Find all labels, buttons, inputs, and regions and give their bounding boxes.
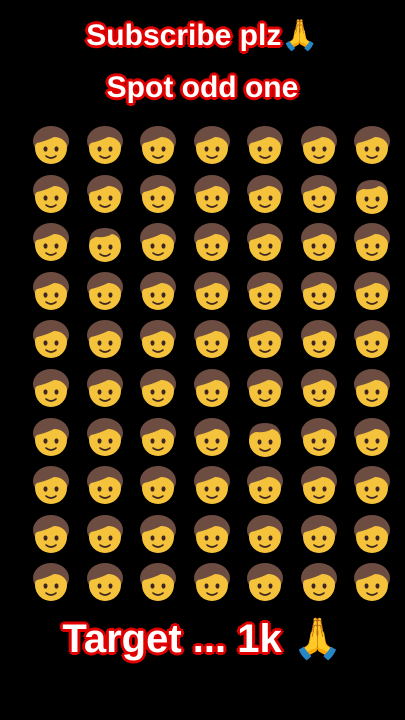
person-icon[interactable]	[294, 511, 344, 559]
subscribe-heading: Subscribe plz🙏	[0, 16, 405, 56]
person-icon[interactable]	[133, 365, 183, 413]
person-icon[interactable]	[80, 122, 130, 170]
person-icon[interactable]	[80, 268, 130, 316]
person-icon[interactable]	[187, 414, 237, 462]
person-icon[interactable]	[294, 316, 344, 364]
puzzle-screen: Subscribe plz🙏 Spot odd one Target ... 1…	[0, 0, 405, 720]
person-icon[interactable]	[133, 316, 183, 364]
person-icon[interactable]	[26, 414, 76, 462]
person-icon[interactable]	[80, 316, 130, 364]
person-icon[interactable]	[133, 122, 183, 170]
person-icon[interactable]	[133, 462, 183, 510]
person-icon[interactable]	[26, 365, 76, 413]
person-icon[interactable]	[187, 462, 237, 510]
boy-icon[interactable]	[80, 219, 130, 267]
person-icon[interactable]	[133, 171, 183, 219]
person-icon[interactable]	[26, 316, 76, 364]
person-icon[interactable]	[80, 462, 130, 510]
person-icon[interactable]	[347, 219, 397, 267]
person-icon[interactable]	[294, 122, 344, 170]
person-icon[interactable]	[80, 414, 130, 462]
person-icon[interactable]	[347, 414, 397, 462]
person-icon[interactable]	[80, 365, 130, 413]
person-icon[interactable]	[187, 122, 237, 170]
person-icon[interactable]	[347, 511, 397, 559]
person-icon[interactable]	[240, 462, 290, 510]
person-icon[interactable]	[347, 122, 397, 170]
person-icon[interactable]	[347, 559, 397, 607]
person-icon[interactable]	[240, 268, 290, 316]
person-icon[interactable]	[240, 171, 290, 219]
person-icon[interactable]	[240, 316, 290, 364]
person-icon[interactable]	[133, 559, 183, 607]
target-text: Target ... 1k	[62, 617, 282, 661]
person-icon[interactable]	[294, 171, 344, 219]
person-icon[interactable]	[294, 559, 344, 607]
puzzle-instruction: Spot odd one	[106, 71, 299, 104]
emoji-grid	[26, 122, 390, 608]
pray-icon: 🙏	[292, 616, 343, 662]
boy-icon[interactable]	[240, 414, 290, 462]
person-icon[interactable]	[26, 122, 76, 170]
person-icon[interactable]	[187, 511, 237, 559]
person-icon[interactable]	[26, 268, 76, 316]
person-icon[interactable]	[240, 511, 290, 559]
person-icon[interactable]	[26, 171, 76, 219]
target-heading: Target ... 1k 🙏	[0, 614, 405, 664]
person-icon[interactable]	[240, 122, 290, 170]
subscribe-text: Subscribe plz	[86, 19, 282, 52]
person-icon[interactable]	[187, 559, 237, 607]
person-icon[interactable]	[80, 559, 130, 607]
boy-icon[interactable]	[347, 171, 397, 219]
person-icon[interactable]	[80, 511, 130, 559]
person-icon[interactable]	[26, 462, 76, 510]
pray-icon: 🙏	[281, 18, 319, 53]
person-icon[interactable]	[240, 365, 290, 413]
person-icon[interactable]	[294, 462, 344, 510]
person-icon[interactable]	[347, 462, 397, 510]
person-icon[interactable]	[187, 171, 237, 219]
person-icon[interactable]	[26, 511, 76, 559]
person-icon[interactable]	[133, 511, 183, 559]
person-icon[interactable]	[240, 559, 290, 607]
person-icon[interactable]	[294, 219, 344, 267]
person-icon[interactable]	[294, 268, 344, 316]
person-icon[interactable]	[240, 219, 290, 267]
person-icon[interactable]	[187, 268, 237, 316]
person-icon[interactable]	[187, 365, 237, 413]
person-icon[interactable]	[26, 559, 76, 607]
person-icon[interactable]	[294, 365, 344, 413]
person-icon[interactable]	[133, 414, 183, 462]
person-icon[interactable]	[133, 268, 183, 316]
person-icon[interactable]	[347, 268, 397, 316]
person-icon[interactable]	[133, 219, 183, 267]
person-icon[interactable]	[26, 219, 76, 267]
person-icon[interactable]	[347, 316, 397, 364]
person-icon[interactable]	[347, 365, 397, 413]
person-icon[interactable]	[187, 219, 237, 267]
person-icon[interactable]	[187, 316, 237, 364]
person-icon[interactable]	[80, 171, 130, 219]
person-icon[interactable]	[294, 414, 344, 462]
